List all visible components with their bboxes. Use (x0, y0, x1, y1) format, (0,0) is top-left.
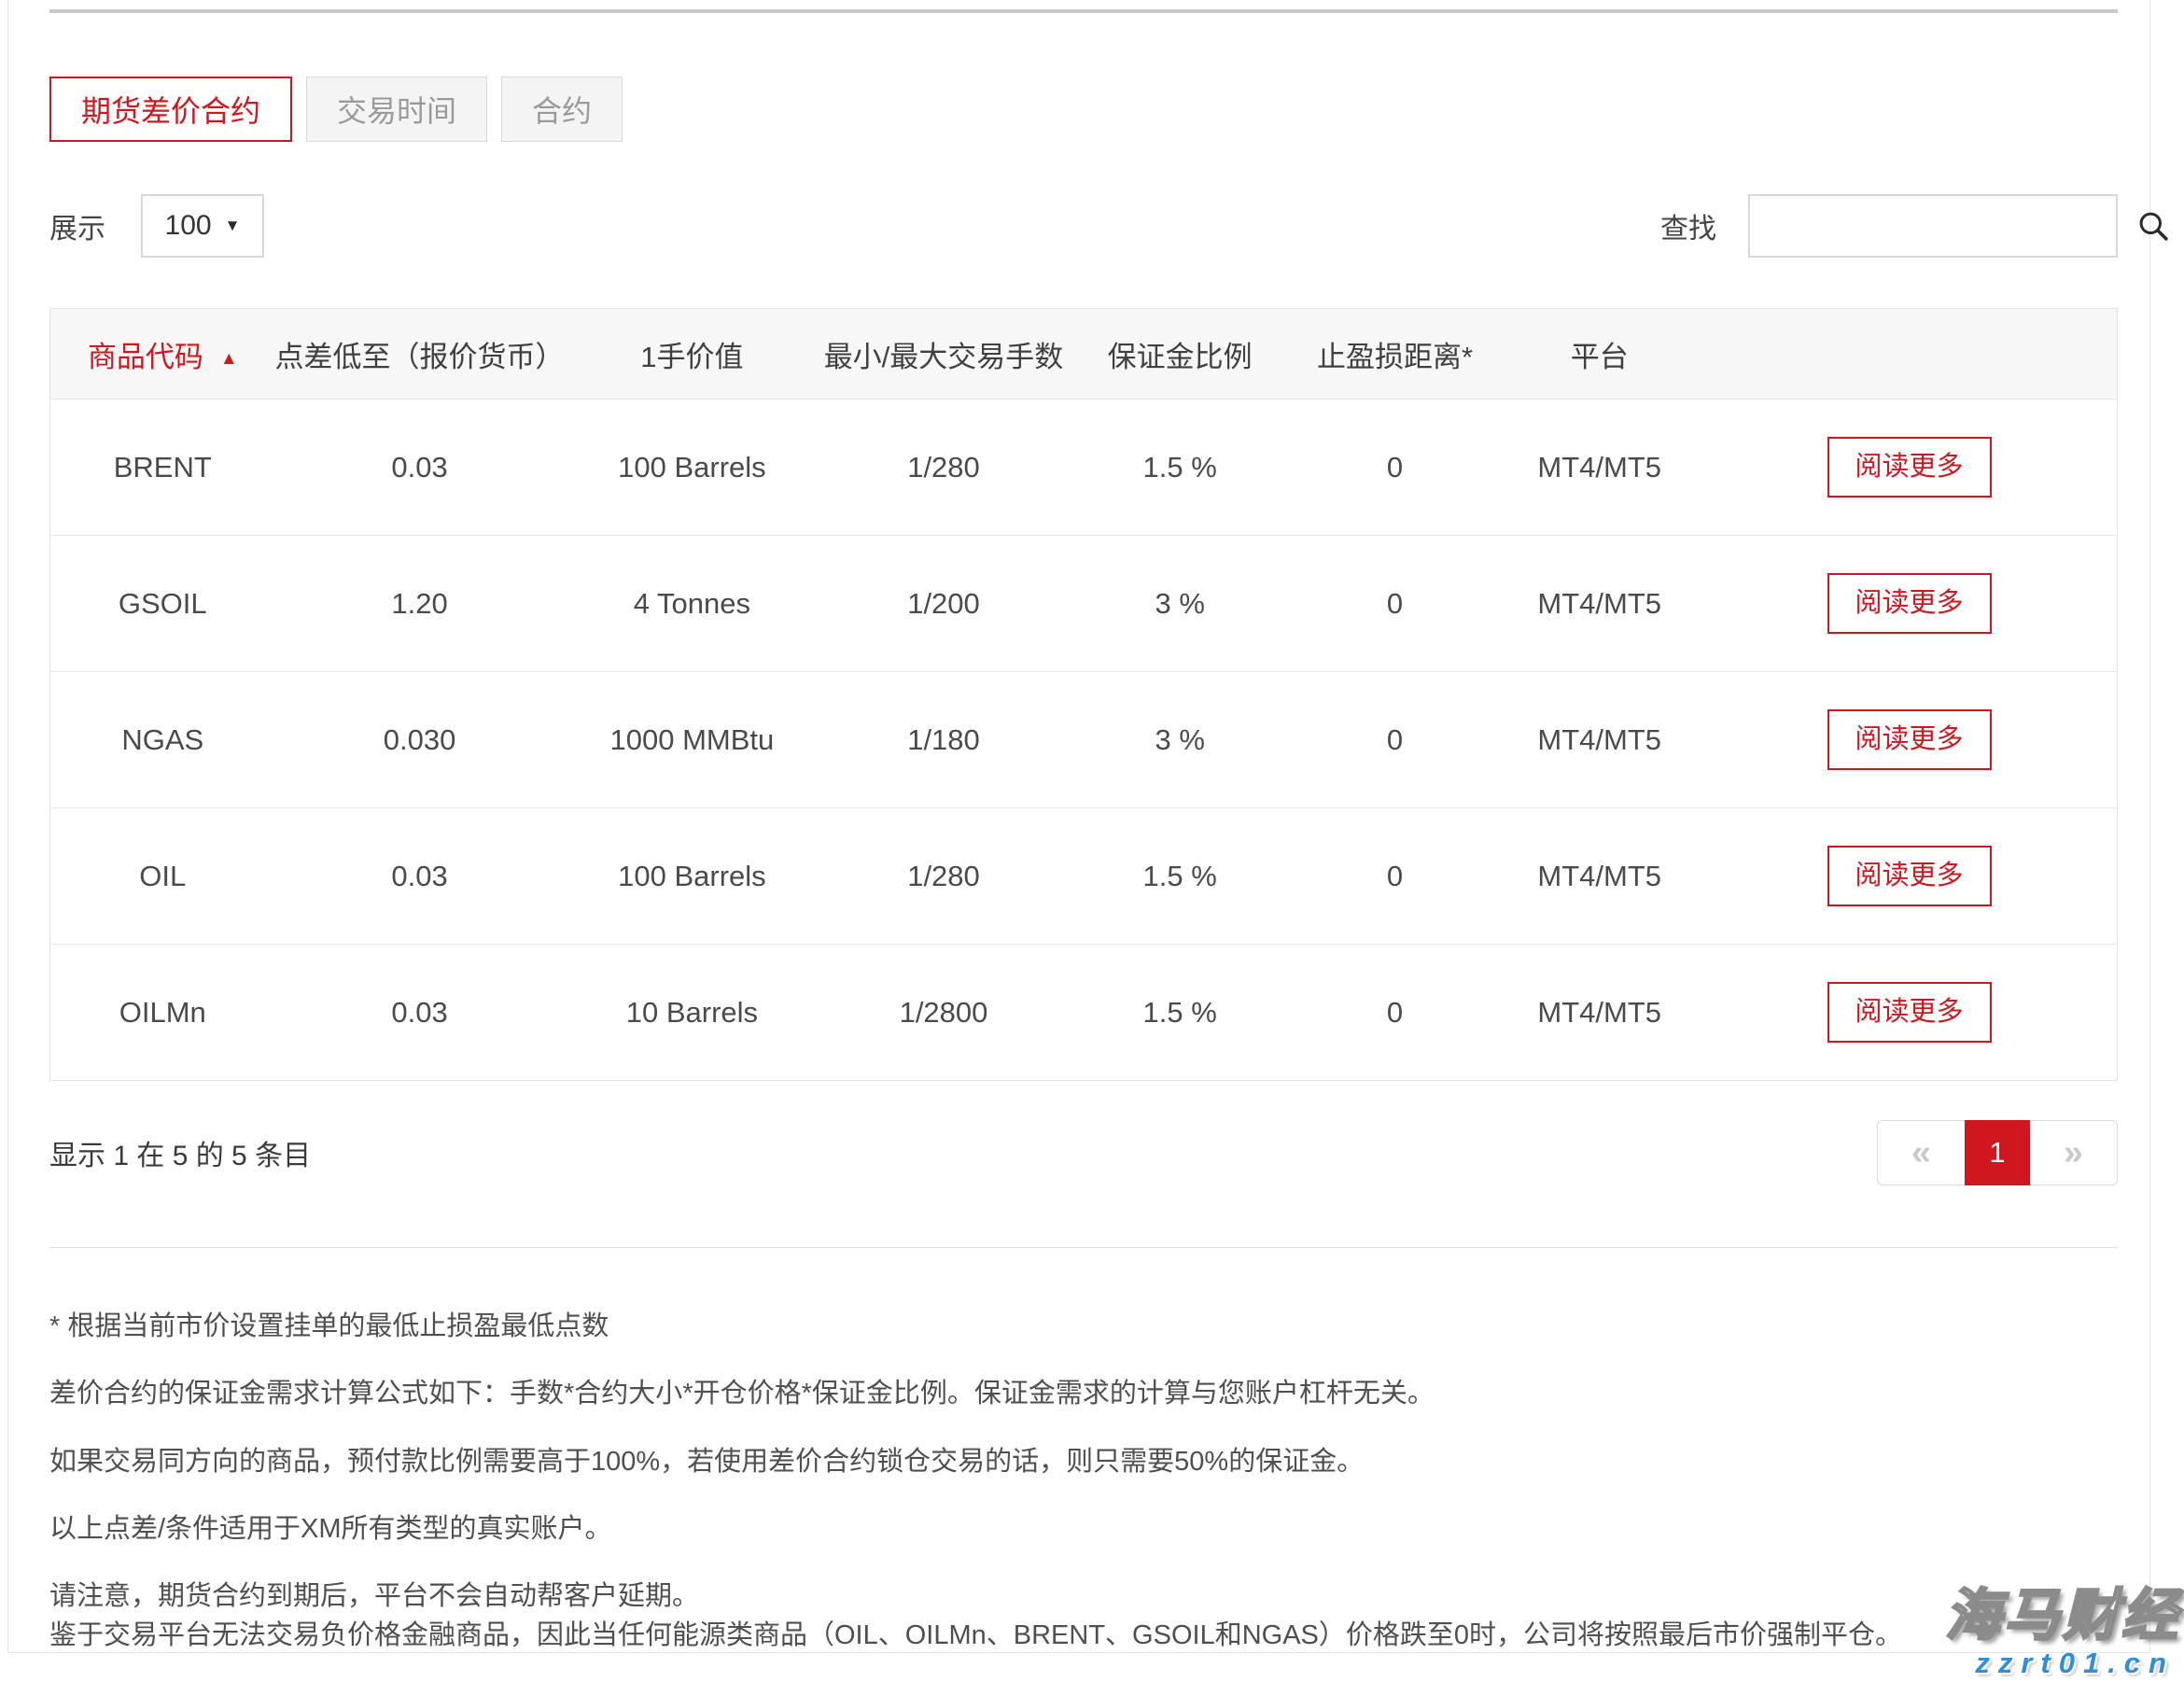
table-header-row: 商品代码 ▲ 点差低至（报价货币） 1手价值 最小/最大交易手数 保证金比例 止盈… (50, 309, 2118, 399)
cell-actions: 阅读更多 (1701, 672, 2117, 808)
cell-lot-value: 1000 MMBtu (565, 672, 820, 808)
cell-platform: MT4/MT5 (1497, 672, 1701, 808)
cell-spread: 0.03 (275, 945, 565, 1081)
search-input[interactable] (1750, 196, 2136, 256)
cell-stop-level: 0 (1293, 399, 1498, 536)
search-group: 查找 (1660, 194, 2118, 258)
cell-symbol: GSOIL (50, 536, 275, 672)
cell-min-max: 1/2800 (819, 945, 1068, 1081)
show-entries-group: 展示 100 ▼ (49, 194, 264, 258)
table-row: BRENT 0.03 100 Barrels 1/280 1.5 % 0 MT4… (50, 399, 2118, 536)
top-divider (49, 9, 2118, 13)
sort-asc-icon: ▲ (220, 349, 238, 369)
entries-summary: 显示 1 在 5 的 5 条目 (49, 1132, 311, 1173)
table-row: OIL 0.03 100 Barrels 1/280 1.5 % 0 MT4/M… (50, 808, 2118, 945)
cell-actions: 阅读更多 (1701, 808, 2117, 945)
cell-platform: MT4/MT5 (1497, 808, 1701, 945)
column-header-platform[interactable]: 平台 (1497, 309, 1701, 399)
table-toolbar: 展示 100 ▼ 查找 (49, 194, 2118, 258)
cell-stop-level: 0 (1293, 672, 1498, 808)
footnote-stop-levels: * 根据当前市价设置挂单的最低止损盈最低点数 (49, 1310, 2118, 1343)
instruments-table: 商品代码 ▲ 点差低至（报价货币） 1手价值 最小/最大交易手数 保证金比例 止盈… (49, 308, 2118, 1081)
table-row: GSOIL 1.20 4 Tonnes 1/200 3 % 0 MT4/MT5 … (50, 536, 2118, 672)
tab-bar: 期货差价合约 交易时间 合约 (49, 77, 2118, 142)
pager: « 1 » (1877, 1120, 2118, 1185)
cell-min-max: 1/280 (819, 399, 1068, 536)
column-header-lot-value[interactable]: 1手价值 (565, 309, 820, 399)
cell-lot-value: 10 Barrels (565, 945, 820, 1081)
column-header-symbol[interactable]: 商品代码 ▲ (50, 309, 275, 399)
column-header-actions (1701, 309, 2117, 399)
cell-margin: 1.5 % (1068, 945, 1293, 1081)
chevron-down-icon: ▼ (225, 217, 241, 235)
cell-symbol: OILMn (50, 945, 275, 1081)
cell-stop-level: 0 (1293, 945, 1498, 1081)
search-box (1748, 194, 2118, 258)
table-row: OILMn 0.03 10 Barrels 1/2800 1.5 % 0 MT4… (50, 945, 2118, 1081)
cell-lot-value: 100 Barrels (565, 808, 820, 945)
cell-spread: 0.03 (275, 399, 565, 536)
footnotes: * 根据当前市价设置挂单的最低止损盈最低点数 差价合约的保证金需求计算公式如下：… (49, 1310, 2118, 1653)
read-more-button[interactable]: 阅读更多 (1827, 846, 1992, 906)
column-header-margin[interactable]: 保证金比例 (1068, 309, 1293, 399)
cell-min-max: 1/180 (819, 672, 1068, 808)
read-more-button[interactable]: 阅读更多 (1827, 709, 1992, 770)
page-number-button[interactable]: 1 (1965, 1120, 2030, 1185)
cell-spread: 1.20 (275, 536, 565, 672)
footnote-negative-prices: 鉴于交易平台无法交易负价格金融商品，因此当任何能源类商品（OIL、OILMn、B… (49, 1619, 2118, 1652)
cell-symbol: NGAS (50, 672, 275, 808)
cell-margin: 1.5 % (1068, 399, 1293, 536)
cell-actions: 阅读更多 (1701, 399, 2117, 536)
cell-platform: MT4/MT5 (1497, 536, 1701, 672)
cell-lot-value: 4 Tonnes (565, 536, 820, 672)
cell-actions: 阅读更多 (1701, 536, 2117, 672)
search-icon[interactable] (2136, 209, 2170, 243)
column-header-stop-level[interactable]: 止盈损距离* (1293, 309, 1498, 399)
entries-count-select[interactable]: 100 ▼ (141, 194, 264, 258)
cell-stop-level: 0 (1293, 536, 1498, 672)
show-entries-label: 展示 (49, 205, 105, 246)
read-more-button[interactable]: 阅读更多 (1827, 982, 1992, 1043)
footnote-expiry-notice: 请注意，期货合约到期后，平台不会自动帮客户延期。 (49, 1579, 2118, 1613)
pagination-bar: 显示 1 在 5 的 5 条目 « 1 » (49, 1120, 2118, 1185)
read-more-button[interactable]: 阅读更多 (1827, 573, 1992, 634)
cell-spread: 0.03 (275, 808, 565, 945)
footnote-margin-formula: 差价合约的保证金需求计算公式如下：手数*合约大小*开仓价格*保证金比例。保证金需… (49, 1377, 2118, 1410)
cell-margin: 1.5 % (1068, 808, 1293, 945)
cell-stop-level: 0 (1293, 808, 1498, 945)
tab-trading-hours[interactable]: 交易时间 (306, 77, 487, 142)
next-page-button[interactable]: » (2030, 1120, 2118, 1185)
footnote-hedged-margin: 如果交易同方向的商品，预付款比例需要高于100%，若使用差价合约锁仓交易的话，则… (49, 1445, 2118, 1479)
cell-lot-value: 100 Barrels (565, 399, 820, 536)
cell-actions: 阅读更多 (1701, 945, 2117, 1081)
column-header-spread[interactable]: 点差低至（报价货币） (275, 309, 565, 399)
table-row: NGAS 0.030 1000 MMBtu 1/180 3 % 0 MT4/MT… (50, 672, 2118, 808)
tab-contract[interactable]: 合约 (501, 77, 623, 142)
cell-margin: 3 % (1068, 536, 1293, 672)
tab-futures-cfd[interactable]: 期货差价合约 (49, 77, 292, 142)
cell-min-max: 1/200 (819, 536, 1068, 672)
section-divider (49, 1247, 2118, 1248)
cell-platform: MT4/MT5 (1497, 399, 1701, 536)
column-header-symbol-label: 商品代码 (88, 341, 203, 373)
previous-page-button[interactable]: « (1877, 1120, 1965, 1185)
content-frame: 期货差价合约 交易时间 合约 展示 100 ▼ 查找 (7, 0, 2150, 1653)
cell-spread: 0.030 (275, 672, 565, 808)
search-label: 查找 (1660, 205, 1716, 246)
column-header-min-max[interactable]: 最小/最大交易手数 (819, 309, 1068, 399)
cell-symbol: OIL (50, 808, 275, 945)
cell-min-max: 1/280 (819, 808, 1068, 945)
entries-count-value: 100 (165, 210, 212, 242)
cell-platform: MT4/MT5 (1497, 945, 1701, 1081)
read-more-button[interactable]: 阅读更多 (1827, 437, 1992, 498)
cell-symbol: BRENT (50, 399, 275, 536)
footnote-real-accounts: 以上点差/条件适用于XM所有类型的真实账户。 (49, 1512, 2118, 1546)
cell-margin: 3 % (1068, 672, 1293, 808)
